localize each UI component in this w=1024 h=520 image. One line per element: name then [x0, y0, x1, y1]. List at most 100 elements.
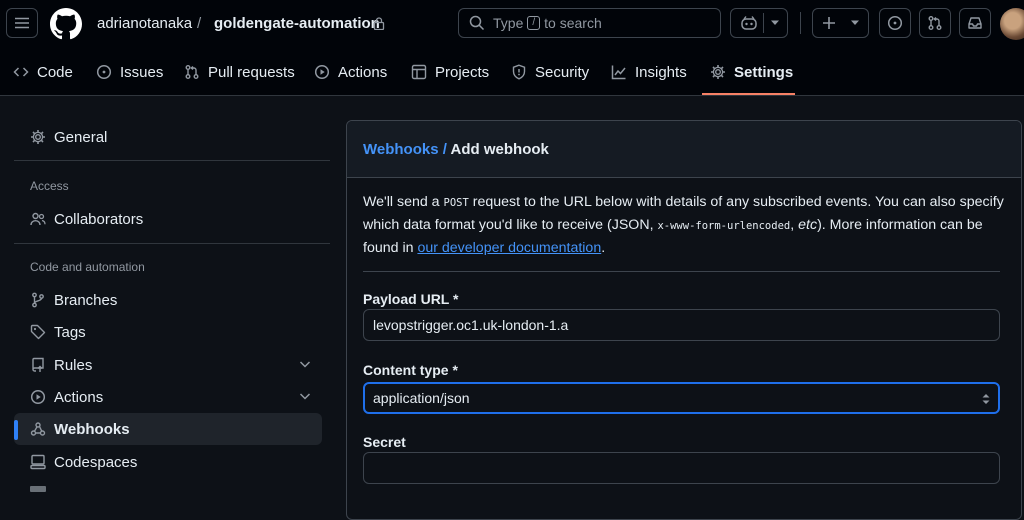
lock-icon [373, 17, 385, 30]
sidebar-item-label: Actions [54, 388, 104, 406]
git-pull-request-icon [185, 65, 199, 79]
sidebar-item-label: Webhooks [54, 420, 130, 438]
breadcrumb-separator: / [442, 141, 447, 158]
content-type-value: application/json [373, 390, 470, 406]
desc-text: We'll send a [363, 194, 444, 210]
sidebar-item-branches[interactable]: Branches [14, 284, 322, 316]
webhooks-breadcrumb-link[interactable]: Webhooks [363, 141, 439, 158]
sidebar-item-label: General [54, 128, 108, 146]
github-mark-icon [50, 8, 82, 40]
sidebar-item-codespaces[interactable]: Codespaces [14, 446, 322, 478]
triangle-down-icon [771, 20, 779, 25]
tab-insights[interactable]: Insights [611, 60, 687, 84]
hamburger-menu-button[interactable] [6, 8, 38, 38]
tab-label: Security [535, 63, 590, 81]
copilot-button[interactable] [730, 8, 788, 38]
tab-label: Projects [435, 63, 490, 81]
secret-label: Secret [363, 434, 406, 450]
copilot-icon [741, 16, 757, 30]
sidebar-heading-code-automation: Code and automation [30, 260, 145, 274]
page-title: Webhooks / Add webhook [363, 141, 549, 158]
create-new-button[interactable] [812, 8, 869, 38]
sidebar-item-general[interactable]: General [14, 121, 322, 153]
etc-text: etc [798, 217, 818, 233]
sidebar-item-actions[interactable]: Actions [14, 381, 322, 413]
section-divider [363, 271, 1000, 272]
search-input[interactable]: Type / to search [458, 8, 721, 38]
tab-label: Issues [120, 63, 164, 81]
page-title-text: Add webhook [450, 141, 549, 158]
user-avatar[interactable] [1000, 8, 1024, 40]
chevron-down-icon [299, 393, 311, 400]
sidebar-item-tags[interactable]: Tags [14, 316, 322, 348]
sidebar-item-label: Rules [54, 356, 93, 374]
code-icon [13, 67, 29, 77]
tab-issues[interactable]: Issues [96, 60, 163, 84]
chevron-down-icon [299, 361, 311, 368]
payload-url-input[interactable]: levopstrigger.oc1.uk-london-1.a [363, 309, 1000, 341]
select-updown-icon [982, 394, 990, 404]
sidebar-item-label: Tags [54, 323, 86, 341]
payload-url-value: levopstrigger.oc1.uk-london-1.a [373, 317, 569, 333]
add-webhook-panel: Webhooks / Add webhook We'll send a POST… [346, 120, 1022, 520]
desc-text: , [790, 217, 799, 233]
post-code: POST [443, 197, 469, 209]
git-pull-request-icon [928, 16, 942, 30]
panel-header: Webhooks / Add webhook [347, 121, 1021, 178]
shield-icon [512, 64, 526, 80]
content-type-select[interactable]: application/json [363, 382, 1000, 414]
tab-settings[interactable]: Settings [710, 60, 793, 84]
search-placeholder-prefix: Type [493, 15, 524, 31]
tab-label: Pull requests [208, 63, 295, 81]
tab-code[interactable]: Code [13, 60, 73, 84]
tab-security[interactable]: Security [511, 60, 589, 84]
codespaces-icon [30, 454, 46, 470]
tab-projects[interactable]: Projects [411, 60, 489, 84]
github-logo[interactable] [50, 8, 82, 40]
issues-button[interactable] [879, 8, 911, 38]
webhook-icon [30, 422, 46, 436]
sidebar-item-rules[interactable]: Rules [14, 349, 322, 381]
table-icon [411, 64, 427, 80]
webhook-description: We'll send a POST request to the URL bel… [363, 191, 1005, 259]
tab-label: Settings [734, 63, 794, 81]
tab-actions[interactable]: Actions [314, 60, 387, 84]
breadcrumb-separator: / [197, 15, 202, 32]
gear-icon [31, 130, 45, 144]
tag-icon [30, 324, 46, 340]
search-icon [469, 15, 485, 31]
sidebar-item-label: Branches [54, 291, 118, 309]
three-bars-icon [15, 17, 29, 29]
sidebar-next-item-icon [30, 486, 46, 492]
sidebar-item-collaborators[interactable]: Collaborators [14, 203, 322, 235]
repo-push-icon [32, 357, 44, 372]
search-shortcut-key: / [527, 16, 541, 30]
owner-link[interactable]: adrianotanaka [97, 14, 192, 34]
git-branch-icon [32, 292, 44, 308]
triangle-down-icon [851, 20, 859, 25]
sidebar-divider [14, 160, 330, 161]
developer-docs-link[interactable]: our developer documentation [417, 240, 601, 256]
pull-requests-button[interactable] [919, 8, 951, 38]
search-placeholder-suffix: to search [544, 15, 602, 31]
form-urlencoded-code: x-www-form-urlencoded [657, 220, 791, 232]
sidebar-item-webhooks[interactable]: Webhooks [14, 413, 322, 445]
tab-pull-requests[interactable]: Pull requests [184, 60, 295, 84]
gear-icon [711, 65, 725, 79]
tab-label: Code [37, 63, 73, 81]
play-icon [30, 389, 46, 405]
sidebar-active-indicator [14, 420, 18, 440]
sidebar-item-label: Codespaces [54, 453, 138, 471]
people-icon [30, 212, 46, 226]
content-type-label: Content type * [363, 362, 458, 378]
inbox-icon [968, 17, 982, 29]
tab-label: Insights [635, 63, 687, 81]
repo-nav: Code Issues Pull requests Actions Projec… [0, 48, 1024, 96]
sidebar-divider [14, 243, 330, 244]
repo-link[interactable]: goldengate-automation [214, 14, 380, 34]
secret-input[interactable] [363, 452, 1000, 484]
header-divider [800, 12, 801, 34]
active-tab-underline [702, 93, 795, 95]
issue-opened-icon [887, 15, 903, 31]
inbox-button[interactable] [959, 8, 991, 38]
